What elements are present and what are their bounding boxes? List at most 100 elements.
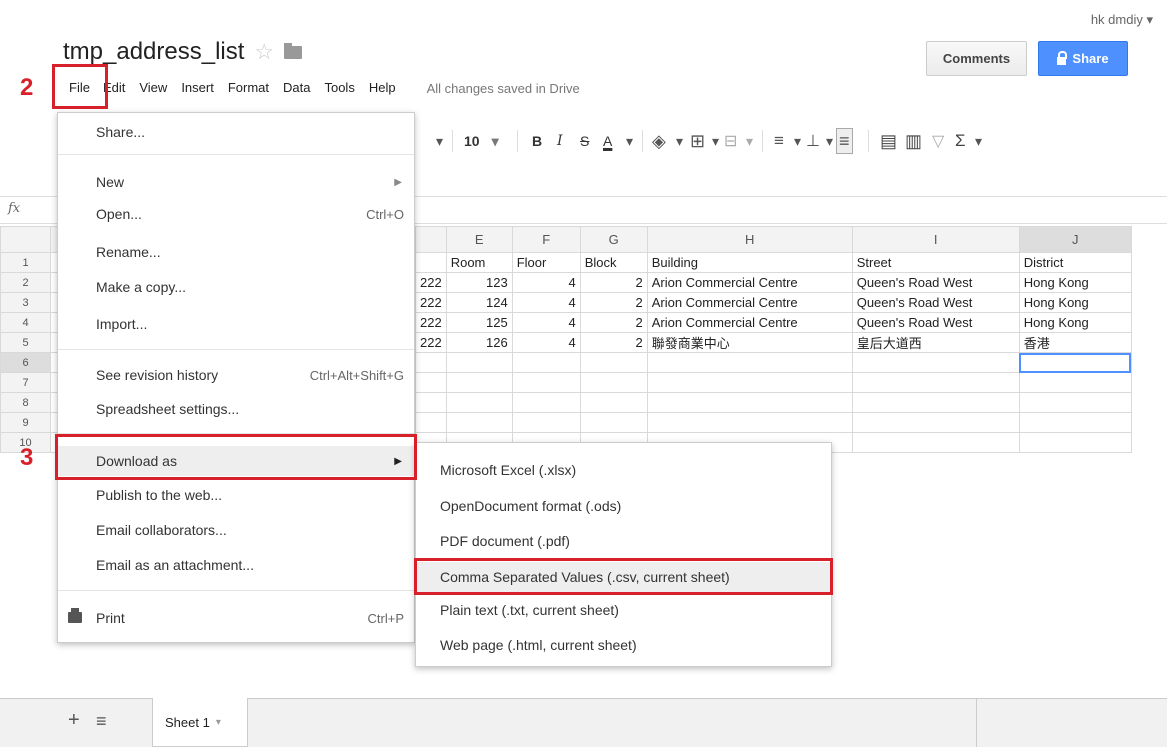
cell[interactable]: 123: [445, 272, 513, 293]
menu-item-share[interactable]: Share...: [58, 117, 414, 147]
menu-item-spreadsheet-settings[interactable]: Spreadsheet settings...: [58, 394, 414, 424]
column-header-i[interactable]: I: [851, 226, 1020, 253]
text-color-button[interactable]: A: [603, 126, 612, 156]
menu-tools[interactable]: Tools: [317, 78, 361, 98]
cell[interactable]: [646, 412, 853, 433]
align-left-icon[interactable]: ≡: [774, 126, 784, 156]
menu-item-email-attachment[interactable]: Email as an attachment...: [58, 550, 414, 580]
chevron-down-icon[interactable]: ▾: [676, 126, 683, 156]
cell[interactable]: [445, 352, 513, 373]
menu-view[interactable]: View: [132, 78, 174, 98]
share-button[interactable]: Share: [1038, 41, 1128, 76]
chevron-down-icon[interactable]: ▾: [975, 126, 982, 156]
cell[interactable]: [851, 352, 1020, 373]
borders-icon[interactable]: ⊞: [690, 126, 705, 156]
add-sheet-button[interactable]: +: [68, 709, 80, 732]
row-header[interactable]: 1: [0, 252, 51, 273]
cell[interactable]: [511, 392, 581, 413]
cell[interactable]: 聯發商業中心: [646, 332, 853, 353]
sheet-tab[interactable]: Sheet 1 ▾: [152, 698, 248, 747]
cell[interactable]: 4: [511, 312, 581, 333]
menu-item-print[interactable]: Print Ctrl+P: [58, 603, 414, 633]
cell[interactable]: [646, 392, 853, 413]
row-header[interactable]: 9: [0, 412, 51, 433]
cell[interactable]: Room: [445, 252, 513, 273]
cell[interactable]: [511, 412, 581, 433]
download-html[interactable]: Web page (.html, current sheet): [416, 630, 831, 660]
menu-item-open[interactable]: Open... Ctrl+O: [58, 199, 414, 229]
comment-icon[interactable]: ▤: [880, 126, 897, 156]
cell[interactable]: [646, 352, 853, 373]
fill-color-icon[interactable]: ◈: [652, 126, 666, 156]
download-ods[interactable]: OpenDocument format (.ods): [416, 491, 831, 521]
cell[interactable]: [415, 412, 447, 433]
cell[interactable]: Queen's Road West: [851, 312, 1020, 333]
cell[interactable]: 4: [511, 292, 581, 313]
menu-help[interactable]: Help: [362, 78, 403, 98]
row-header[interactable]: 8: [0, 392, 51, 413]
chevron-down-icon[interactable]: ▾: [712, 126, 719, 156]
cell[interactable]: [1018, 432, 1132, 453]
menu-item-rename[interactable]: Rename...: [58, 237, 414, 267]
cell[interactable]: Arion Commercial Centre: [646, 292, 853, 313]
chevron-down-icon[interactable]: ▾: [216, 717, 221, 728]
folder-icon[interactable]: [284, 42, 303, 59]
cell[interactable]: 222: [415, 332, 447, 353]
cell[interactable]: Arion Commercial Centre: [646, 312, 853, 333]
chevron-down-icon[interactable]: ▾: [626, 126, 633, 156]
chart-icon[interactable]: ▥: [905, 126, 922, 156]
star-icon[interactable]: ☆: [254, 39, 274, 65]
chevron-down-icon[interactable]: ▾: [746, 126, 753, 156]
menu-format[interactable]: Format: [221, 78, 276, 98]
row-header[interactable]: 4: [0, 312, 51, 333]
cell[interactable]: Hong Kong: [1018, 292, 1132, 313]
column-header-g[interactable]: G: [579, 226, 648, 253]
bold-button[interactable]: B: [532, 126, 542, 156]
filter-icon[interactable]: ▽: [932, 126, 944, 156]
cell[interactable]: [1018, 392, 1132, 413]
cell[interactable]: 香港: [1018, 332, 1132, 353]
menu-item-download-as[interactable]: Download as ▶: [58, 446, 414, 476]
menu-data[interactable]: Data: [276, 78, 317, 98]
cell[interactable]: 4: [511, 332, 581, 353]
italic-button[interactable]: I: [557, 126, 563, 156]
cell[interactable]: 124: [445, 292, 513, 313]
cell[interactable]: 4: [511, 272, 581, 293]
select-all-corner[interactable]: [0, 226, 51, 253]
menu-item-import[interactable]: Import...: [58, 309, 414, 339]
column-header[interactable]: [415, 226, 447, 253]
cell[interactable]: [851, 372, 1020, 393]
cell[interactable]: 2: [579, 332, 648, 353]
menu-item-revision-history[interactable]: See revision history Ctrl+Alt+Shift+G: [58, 360, 414, 390]
cell[interactable]: [579, 372, 648, 393]
cell[interactable]: Floor: [511, 252, 581, 273]
cell[interactable]: [511, 372, 581, 393]
document-title[interactable]: tmp_address_list: [63, 38, 244, 66]
download-csv[interactable]: Comma Separated Values (.csv, current sh…: [416, 562, 831, 592]
row-header[interactable]: 2: [0, 272, 51, 293]
cell[interactable]: [445, 412, 513, 433]
cell[interactable]: 222: [415, 292, 447, 313]
cell[interactable]: [851, 432, 1020, 453]
menu-file[interactable]: File: [66, 78, 96, 98]
column-header-h[interactable]: H: [646, 226, 853, 253]
cell[interactable]: Queen's Road West: [851, 292, 1020, 313]
cell[interactable]: [579, 412, 648, 433]
functions-button[interactable]: Σ: [955, 126, 966, 156]
cell[interactable]: [1018, 372, 1132, 393]
menu-edit[interactable]: Edit: [96, 78, 132, 98]
cell[interactable]: 222: [415, 272, 447, 293]
chevron-down-icon[interactable]: ▾: [794, 126, 801, 156]
cell[interactable]: [851, 392, 1020, 413]
cell[interactable]: [415, 352, 447, 373]
cell[interactable]: [445, 372, 513, 393]
cell[interactable]: [579, 352, 648, 373]
cell[interactable]: 126: [445, 332, 513, 353]
cell[interactable]: Block: [579, 252, 648, 273]
cell[interactable]: Hong Kong: [1018, 272, 1132, 293]
download-txt[interactable]: Plain text (.txt, current sheet): [416, 595, 831, 625]
cell[interactable]: [415, 392, 447, 413]
cell[interactable]: 222: [415, 312, 447, 333]
menu-item-email-collaborators[interactable]: Email collaborators...: [58, 515, 414, 545]
cell[interactable]: 2: [579, 292, 648, 313]
